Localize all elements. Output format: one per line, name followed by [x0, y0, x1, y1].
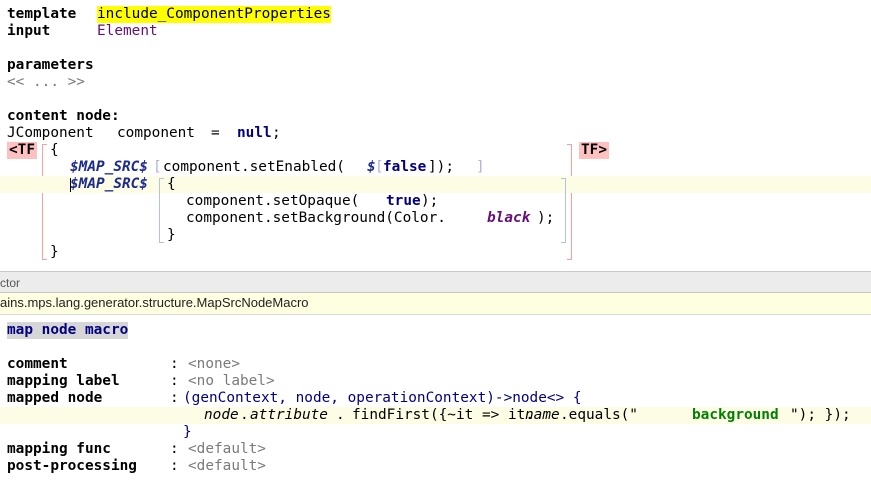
mapping-label-value[interactable]: <no label>	[188, 373, 275, 390]
decl-null[interactable]: null	[237, 125, 272, 142]
mapped-node-label: mapped node	[7, 390, 103, 406]
mapped-node-signature[interactable]: (genContext, node, operationContext)->no…	[183, 390, 582, 407]
false-literal[interactable]: false	[383, 159, 426, 176]
attribute-ref[interactable]: attribute	[250, 407, 328, 424]
tf-open-marker[interactable]: <TF	[7, 142, 37, 159]
comment-value[interactable]: <none>	[188, 356, 240, 373]
parameters-keyword: parameters	[7, 57, 94, 73]
colon: :	[170, 373, 179, 389]
dot-1: .	[240, 407, 249, 423]
black-field[interactable]: black	[487, 210, 530, 227]
set-enabled-call[interactable]: component.setEnabled(	[163, 159, 345, 176]
colon: :	[170, 390, 179, 406]
macro-label-1[interactable]: $MAP_SRC$	[70, 159, 148, 176]
set-background-end: );	[537, 210, 555, 226]
editor-window: template include_ComponentProperties inpu…	[0, 0, 871, 489]
string-literal[interactable]: background	[692, 407, 779, 424]
concept-title[interactable]: map node macro	[7, 322, 129, 339]
fragment-bar-left	[42, 144, 47, 260]
set-opaque-end: );	[421, 193, 439, 209]
tf-close-marker[interactable]: TF>	[579, 142, 609, 159]
node-ref[interactable]: node	[204, 407, 239, 424]
mapping-label-label: mapping label	[7, 373, 120, 389]
parameters-placeholder[interactable]: << ... >>	[7, 74, 85, 91]
colon: :	[170, 458, 179, 474]
inner-block-bar-left	[159, 178, 164, 243]
post-processing-label: post-processing	[7, 458, 137, 474]
fragment-bar-right	[567, 144, 572, 260]
macro-bracket-1-close: ]	[476, 159, 485, 175]
colon: :	[170, 356, 179, 372]
true-literal[interactable]: true	[386, 193, 421, 210]
outer-brace-open: {	[50, 142, 59, 158]
breadcrumb-text: ains.mps.lang.generator.structure.MapSrc…	[0, 295, 309, 310]
input-type[interactable]: Element	[97, 23, 158, 40]
content-node-keyword: content node:	[7, 108, 120, 124]
template-keyword: template	[7, 6, 77, 22]
decl-type[interactable]: JComponent	[7, 125, 94, 142]
equals-call[interactable]: .equals("	[560, 407, 638, 424]
inner-brace-open: {	[167, 176, 176, 192]
decl-eq: =	[211, 125, 220, 141]
macro-bracket-1: [	[153, 159, 162, 175]
set-background-call[interactable]: component.setBackground(Color.	[186, 210, 446, 227]
mapped-node-close: }	[183, 424, 192, 440]
outer-brace-close: }	[50, 244, 59, 260]
body-end: "); });	[790, 407, 851, 423]
set-enabled-end: ]);	[428, 159, 454, 175]
mapping-func-value[interactable]: <default>	[188, 441, 266, 458]
find-first-call[interactable]: findFirst({~it => it.	[352, 407, 534, 424]
comment-label: comment	[7, 356, 68, 372]
decl-var[interactable]: component	[117, 125, 195, 142]
colon: :	[170, 441, 179, 457]
inner-block-bar-right	[561, 178, 566, 243]
name-ref[interactable]: name	[525, 407, 560, 424]
decl-semi: ;	[272, 125, 281, 141]
macro-label-2[interactable]: $MAP_SRC$	[70, 176, 148, 193]
dot-2: .	[336, 407, 345, 423]
inner-brace-close: }	[167, 227, 176, 243]
template-name[interactable]: include_ComponentProperties	[97, 6, 331, 23]
inspector-title: ctor	[0, 276, 21, 290]
input-keyword: input	[7, 23, 51, 39]
text-cursor	[70, 178, 71, 192]
breadcrumb: ains.mps.lang.generator.structure.MapSrc…	[0, 293, 871, 315]
post-processing-value[interactable]: <default>	[188, 458, 266, 475]
set-opaque-call[interactable]: component.setOpaque(	[186, 193, 359, 210]
mapping-func-label: mapping func	[7, 441, 111, 457]
inspector-header[interactable]: ctor	[0, 272, 871, 292]
